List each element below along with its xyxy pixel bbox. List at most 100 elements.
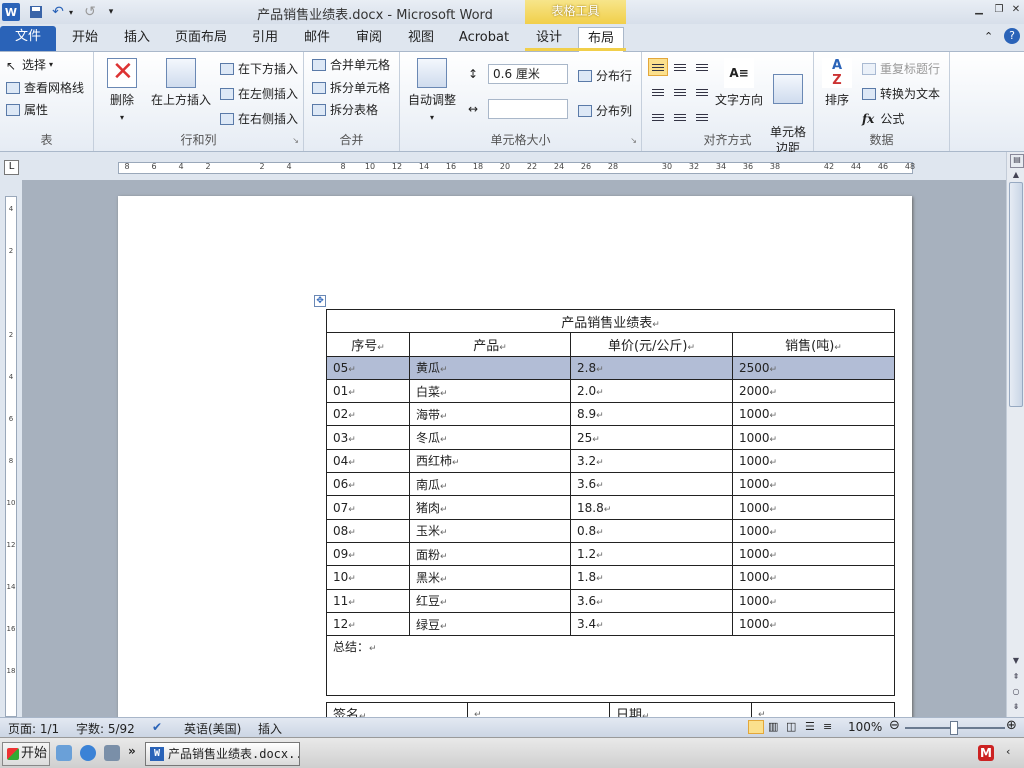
signature-table[interactable]: 签名↵ ↵ 日期↵ ↵ [326, 702, 895, 717]
row-height-input[interactable]: 0.6 厘米 [488, 64, 568, 84]
tab-mailings[interactable]: 邮件 [294, 27, 340, 52]
delete-button[interactable]: ✕ 删除 ▾ [102, 57, 142, 126]
table-cell[interactable]: 1.8↵ [570, 565, 733, 590]
table-cell[interactable]: 06↵ [326, 472, 410, 497]
full-screen-view-icon[interactable]: ▥ [768, 720, 778, 733]
table-cell[interactable]: 玉米↵ [409, 518, 571, 543]
table-cell[interactable]: 18.8↵ [570, 495, 733, 520]
table-cell[interactable]: 1000↵ [732, 425, 895, 450]
table-row[interactable]: 09↵ 面粉↵ 1.2↵ 1000↵ [326, 541, 895, 567]
table-cell[interactable]: 南瓜↵ [409, 472, 571, 497]
proofing-icon[interactable]: ✔ [152, 720, 162, 734]
tab-file[interactable]: 文件 [0, 26, 56, 51]
table-cell[interactable]: 01↵ [326, 378, 410, 404]
table-cell[interactable]: 白菜↵ [409, 378, 571, 404]
table-cell[interactable]: 02↵ [326, 402, 410, 427]
tab-review[interactable]: 审阅 [346, 27, 392, 52]
view-ruler-icon[interactable]: ▤ [1010, 154, 1024, 168]
table-row[interactable]: 04↵ 西红柿↵ 3.2↵ 1000↵ [326, 448, 895, 474]
browse-object-icon[interactable]: ○ [1010, 687, 1022, 699]
table-cell[interactable]: 2.8↵ [570, 355, 733, 380]
undo-icon[interactable]: ↶ [50, 3, 66, 21]
align-bottom-left-button[interactable] [648, 108, 668, 126]
table-cell[interactable]: 1000↵ [732, 541, 895, 567]
table-row[interactable]: 11↵ 红豆↵ 3.6↵ 1000↵ [326, 588, 895, 613]
insert-below-button[interactable]: 在下方插入 [220, 60, 298, 77]
align-top-right-button[interactable] [692, 58, 712, 76]
table-cell[interactable]: 1000↵ [732, 565, 895, 590]
table-row[interactable]: 05↵ 黄瓜↵ 2.8↵ 2500↵ [326, 355, 895, 380]
select-button[interactable]: ↖ 选择 ▾ [6, 56, 53, 73]
align-center-left-button[interactable] [648, 83, 668, 101]
table-cell[interactable]: 0.8↵ [570, 518, 733, 543]
tab-acrobat[interactable]: Acrobat [452, 27, 516, 52]
signature-value-cell[interactable]: ↵ [467, 702, 610, 717]
column-width-input[interactable] [488, 99, 568, 119]
table-cell[interactable]: 2500↵ [732, 355, 895, 380]
table-cell[interactable]: 05↵ [326, 355, 410, 380]
table-cell[interactable]: 黑米↵ [409, 565, 571, 590]
minimize-ribbon-icon[interactable]: ⌃ [984, 30, 993, 43]
table-cell[interactable]: 1000↵ [732, 611, 895, 637]
redo-icon[interactable]: ↺ [82, 3, 98, 21]
previous-page-icon[interactable]: ⇞ [1010, 672, 1022, 684]
table-cell[interactable]: 12↵ [326, 611, 410, 637]
insert-mode-indicator[interactable]: 插入 [258, 720, 282, 737]
app-launcher-icon[interactable] [104, 745, 120, 761]
document-page[interactable]: ✥ 产品销售业绩表↵ 序号↵ 产品↵ 单价(元/公斤)↵ 销售(吨)↵ 05↵ 黄瓜↵ 2.8… [118, 196, 912, 717]
table-cell[interactable]: 3.4↵ [570, 611, 733, 637]
table-cell[interactable]: 1000↵ [732, 402, 895, 427]
table-row[interactable]: 08↵ 玉米↵ 0.8↵ 1000↵ [326, 518, 895, 543]
table-header-cell[interactable]: 产品↵ [409, 332, 571, 357]
table-move-handle-icon[interactable]: ✥ [314, 295, 326, 307]
split-table-button[interactable]: 拆分表格 [312, 101, 378, 118]
horizontal-ruler[interactable]: L 8 6 4 2 2 4 8 10 12 14 16 18 20 22 24 26 28 30 32 34 36 38 4… [0, 152, 1024, 180]
tray-app-icon[interactable]: M [978, 745, 994, 761]
merge-cells-button[interactable]: 合并单元格 [312, 56, 390, 73]
table-cell[interactable]: 冬瓜↵ [409, 425, 571, 450]
table-header-cell[interactable]: 单价(元/公斤)↵ [570, 332, 733, 357]
table-cell[interactable]: 1000↵ [732, 495, 895, 520]
ruler-strip[interactable]: 8 6 4 2 2 4 8 10 12 14 16 18 20 22 24 26 28 30 32 34 36 38 42 4… [118, 162, 915, 174]
table-cell[interactable]: 11↵ [326, 588, 410, 613]
insert-left-button[interactable]: 在左侧插入 [220, 85, 298, 102]
tab-stop-selector-icon[interactable]: L [4, 160, 19, 175]
insert-above-button[interactable]: 在上方插入 [150, 58, 212, 108]
table-cell[interactable]: 07↵ [326, 495, 410, 520]
zoom-slider-handle[interactable] [950, 721, 958, 735]
draft-view-icon[interactable]: ≡ [823, 720, 832, 733]
tab-page-layout[interactable]: 页面布局 [168, 27, 234, 52]
properties-button[interactable]: 属性 [6, 101, 48, 118]
table-row[interactable]: 03↵ 冬瓜↵ 25↵ 1000↵ [326, 425, 895, 450]
table-cell[interactable]: 1000↵ [732, 518, 895, 543]
vertical-ruler-strip[interactable]: 4 2 2 4 6 8 10 12 14 16 18 [5, 196, 17, 717]
tab-references[interactable]: 引用 [242, 27, 288, 52]
dialog-launcher-icon[interactable]: ↘ [630, 136, 637, 145]
word-app-icon[interactable]: W [2, 3, 20, 21]
table-cell[interactable]: 3.2↵ [570, 448, 733, 474]
table-cell[interactable]: 西红柿↵ [409, 448, 571, 474]
table-cell[interactable]: 猪肉↵ [409, 495, 571, 520]
table-cell[interactable]: 1000↵ [732, 588, 895, 613]
tray-expand-icon[interactable]: ‹ [1006, 745, 1010, 758]
restore-button[interactable]: ❐ [990, 4, 1008, 18]
sales-table[interactable]: 产品销售业绩表↵ 序号↵ 产品↵ 单价(元/公斤)↵ 销售(吨)↵ 05↵ 黄瓜↵ 2.8↵ 2… [326, 308, 895, 697]
zoom-in-icon[interactable]: ⊕ [1006, 718, 1017, 733]
insert-right-button[interactable]: 在右侧插入 [220, 110, 298, 127]
text-direction-button[interactable]: A≡ 文字方向 [714, 58, 764, 108]
scroll-thumb[interactable] [1009, 182, 1023, 407]
sort-button[interactable]: AZ 排序 [820, 58, 854, 108]
align-bottom-right-button[interactable] [692, 108, 712, 126]
table-row[interactable]: 10↵ 黑米↵ 1.8↵ 1000↵ [326, 565, 895, 590]
distribute-columns-button[interactable]: 分布列 [578, 102, 632, 119]
table-cell[interactable]: 1000↵ [732, 472, 895, 497]
next-page-icon[interactable]: ⇟ [1010, 702, 1022, 714]
tab-home[interactable]: 开始 [62, 27, 108, 52]
minimize-button[interactable]: ▁ [970, 4, 988, 18]
scroll-down-icon[interactable]: ▼ [1010, 656, 1022, 668]
zoom-level[interactable]: 100% [848, 720, 882, 734]
repeat-header-button[interactable]: 重复标题行 [862, 60, 940, 77]
close-button[interactable]: ✕ [1007, 4, 1024, 18]
table-cell[interactable]: 2000↵ [732, 378, 895, 404]
show-desktop-icon[interactable] [56, 745, 72, 761]
